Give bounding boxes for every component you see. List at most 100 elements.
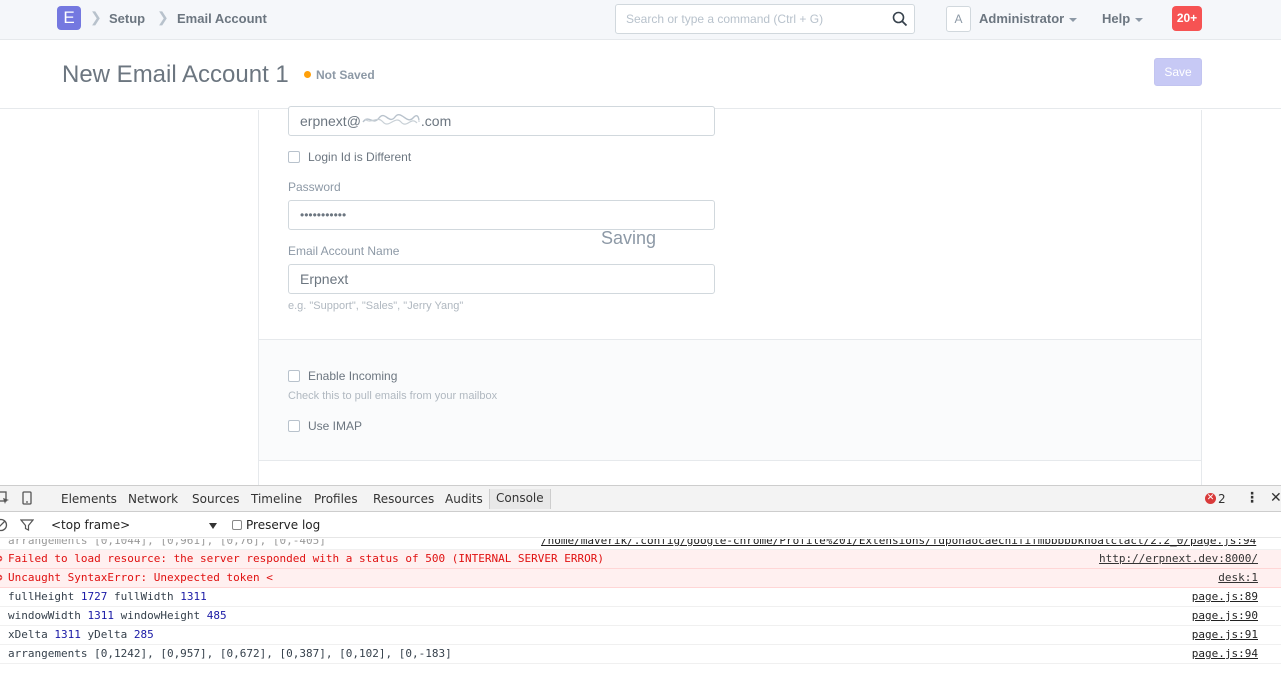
console-message-part: 1311 [54,628,81,641]
status-dot-icon [304,71,311,79]
inspect-element-icon[interactable] [0,491,10,505]
error-counter[interactable]: ✕ 2 [1205,492,1226,506]
filter-icon[interactable] [20,518,34,532]
email-account-name-label: Email Account Name [288,244,400,258]
email-value-suffix: .com [420,113,452,129]
breadcrumb-setup[interactable]: Setup [109,11,145,26]
console-message-part: 285 [133,628,154,641]
tab-resources[interactable]: Resources [373,492,434,506]
console-log-line: fullHeight 1727 fullWidth 1311 page.js:89 [0,588,1281,607]
console-message-part: 1311 [180,590,207,603]
console-message-part: xDelta [8,628,55,641]
more-options-icon[interactable]: ⋮ [1245,490,1259,506]
page-title: New Email Account 1 [62,61,289,88]
console-message: windowWidth 1311 windowHeight 485 [8,607,227,625]
email-account-name-help: e.g. "Support", "Sales", "Jerry Yang" [288,300,464,312]
error-icon: ⊗ [0,550,3,568]
login-id-different-label: Login Id is Different [308,150,412,164]
console-message: Failed to load resource: the server resp… [8,552,605,565]
console-error-line: ⊗ Uncaught SyntaxError: Unexpected token … [0,569,1281,588]
email-id-field[interactable]: erpnext@ .com [288,106,715,136]
search-icon[interactable] [892,11,908,27]
user-name: Administrator [979,11,1065,26]
password-field[interactable]: ••••••••••• [288,200,715,230]
redacted-scribble-icon [362,114,420,126]
console-message: xDelta 1311 yDelta 285 [8,626,154,644]
console-source-link[interactable]: page.js:91 [1192,626,1258,644]
console-message: arrangements [0,1044], [0,961], [0,76], … [8,539,326,547]
console-source-link[interactable]: page.js:90 [1192,607,1258,625]
console-error-line: ⊗ Failed to load resource: the server res… [0,550,1281,569]
preserve-log-checkbox[interactable] [232,519,242,530]
console-source-link[interactable]: page.js:89 [1192,588,1258,606]
console-message-part: fullHeight [8,590,81,603]
login-id-different-row[interactable]: Login Id is Different [288,150,411,164]
help-menu-dropdown[interactable]: Help [1102,11,1144,26]
console-source-link[interactable]: /home/maverik/.config/google-chrome/Prof… [541,539,1256,546]
preserve-log-label: Preserve log [246,518,321,532]
tab-console[interactable]: Console [489,489,551,509]
chevron-right-icon: ❯ [157,9,169,25]
use-imap-row[interactable]: Use IMAP [288,419,362,433]
awesome-bar [615,4,915,34]
caret-down-icon [1135,17,1144,22]
console-message-part: arrangements [0,1242], [0,957], [0,672],… [8,647,452,660]
use-imap-label: Use IMAP [308,419,363,433]
device-mode-icon[interactable] [20,491,34,505]
enable-incoming-row[interactable]: Enable Incoming [288,369,397,383]
save-button[interactable]: Save [1154,58,1202,86]
console-log-line: arrangements [0,1044], [0,961], [0,76], … [0,539,1281,550]
error-count: 2 [1218,492,1226,506]
tab-audits[interactable]: Audits [445,492,483,506]
error-icon: ✕ [1205,493,1216,504]
console-message-part: windowHeight [113,609,207,622]
email-account-name-field[interactable]: Erpnext [288,264,715,294]
close-icon[interactable]: ✕ [1270,490,1281,506]
console-toolbar: <top frame> Preserve log [0,513,1281,538]
enable-incoming-help: Check this to pull emails from your mail… [288,390,498,402]
tab-elements[interactable]: Elements [61,492,117,506]
console-message: arrangements [0,1242], [0,957], [0,672],… [8,645,452,663]
page-head: New Email Account 1 Not Saved Save [0,40,1281,109]
clear-console-icon[interactable] [0,518,8,532]
tab-sources[interactable]: Sources [192,492,239,506]
frame-select[interactable]: <top frame> [51,518,130,532]
tab-timeline[interactable]: Timeline [251,492,302,506]
console-log-line: xDelta 1311 yDelta 285 page.js:91 [0,626,1281,645]
enable-incoming-checkbox[interactable] [288,369,300,382]
tab-profiles[interactable]: Profiles [314,492,358,506]
notification-badge[interactable]: 20+ [1172,6,1202,31]
console-log-line: arrangements [0,1242], [0,957], [0,672],… [0,645,1281,664]
caret-down-icon [1069,17,1078,22]
use-imap-checkbox[interactable] [288,419,300,432]
console-source-link[interactable]: page.js:94 [1192,645,1258,663]
password-label: Password [288,180,341,194]
console-message-part: yDelta [80,628,134,641]
saving-message: Saving [601,228,657,248]
console-log-line: windowWidth 1311 windowHeight 485 page.js… [0,607,1281,626]
preserve-log-toggle[interactable]: Preserve log [232,518,320,532]
console-message: fullHeight 1727 fullWidth 1311 [8,588,207,606]
user-menu-dropdown[interactable]: Administrator [979,11,1078,26]
console-message-part: 1727 [80,590,108,603]
console-message: Uncaught SyntaxError: Unexpected token < [8,571,273,584]
login-id-different-checkbox[interactable] [288,150,300,163]
error-icon: ⊗ [0,569,3,587]
console-message-part: fullWidth [107,590,181,603]
search-input[interactable] [616,5,886,33]
console-source-link[interactable]: http://erpnext.dev:8000/ [1099,550,1258,568]
enable-incoming-label: Enable Incoming [308,369,398,383]
breadcrumb-email-account[interactable]: Email Account [177,11,267,26]
console-message-part: 1311 [87,609,114,622]
devtools-tabbar: Elements Network Sources Timeline Profil… [0,486,1281,512]
app-logo[interactable]: E [57,6,81,30]
devtools-panel: Elements Network Sources Timeline Profil… [0,485,1281,681]
top-navbar: E ❯ Setup ❯ Email Account A Administrato… [0,0,1281,40]
email-value-prefix: erpnext@ [300,113,361,129]
avatar[interactable]: A [946,6,971,32]
help-label: Help [1102,11,1131,26]
status-text: Not Saved [316,68,375,82]
caret-down-icon[interactable] [209,523,217,529]
console-source-link[interactable]: desk:1 [1218,569,1258,587]
tab-network[interactable]: Network [128,492,178,506]
